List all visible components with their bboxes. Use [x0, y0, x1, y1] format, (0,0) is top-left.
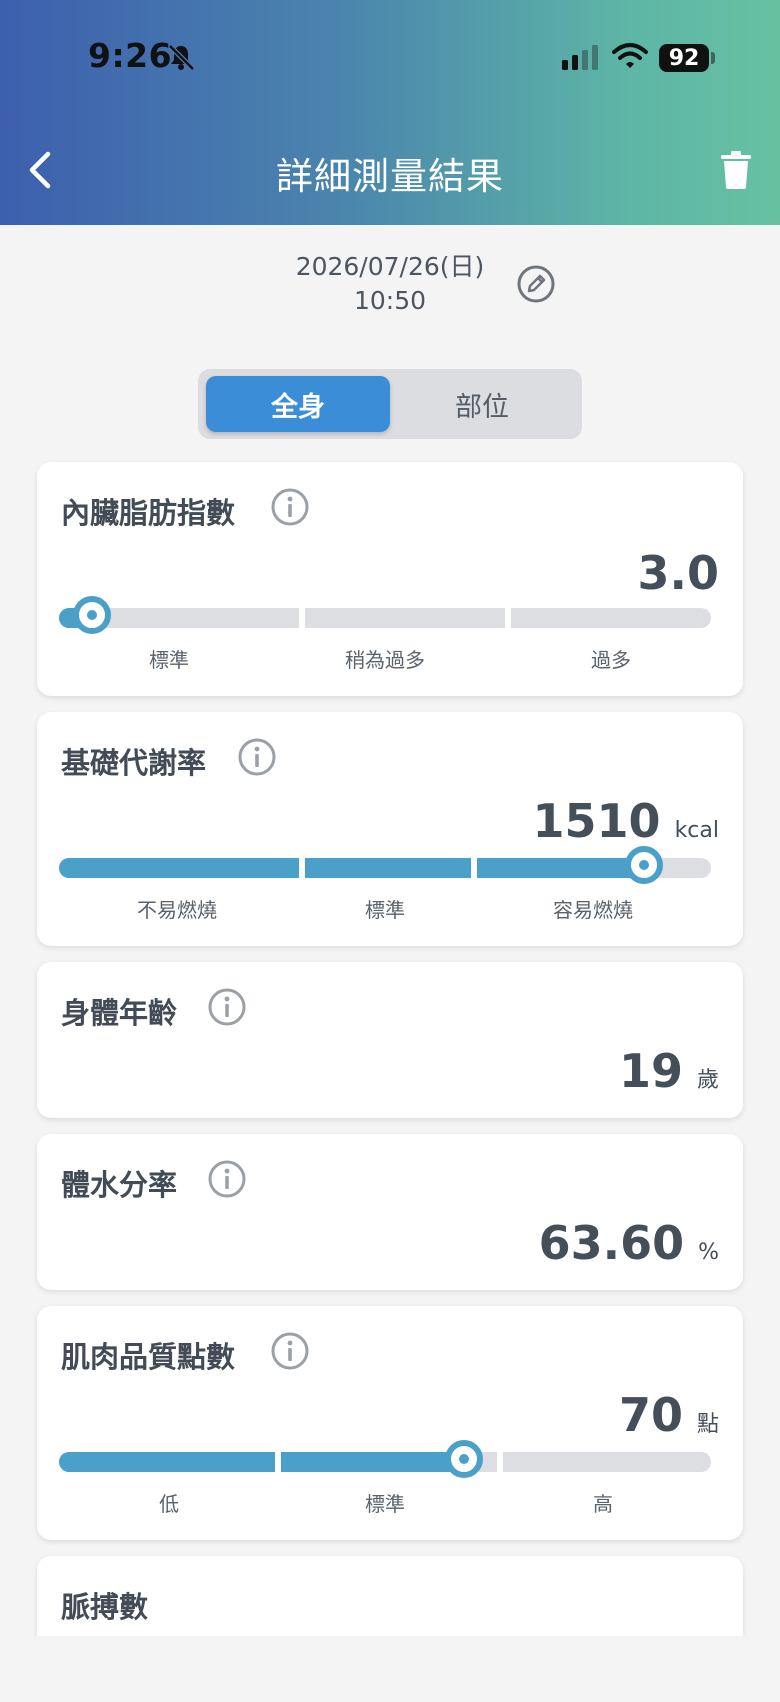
bar-fill [281, 1452, 465, 1472]
measurement-date: 2026/07/26(日) [295, 252, 485, 281]
info-icon[interactable] [237, 737, 277, 777]
visceral-fat-value: 3.0 [637, 546, 720, 600]
body-water-card[interactable]: 體水分率 63.60 % [37, 1134, 743, 1290]
muscle-quality-unit: 點 [696, 1412, 719, 1437]
measurement-datetime: 2026/07/26(日) 10:50 [270, 250, 510, 318]
basal-metabolic-rate-card[interactable]: 基礎代謝率 1510 kcal 不易燃燒 標準 容易燃燒 [37, 712, 743, 946]
card-title: 脈搏數 [61, 1590, 149, 1624]
battery-indicator: 92 [659, 44, 709, 72]
bar-fill [305, 858, 471, 878]
scale-label: 標準 [149, 648, 189, 672]
bar-fill [59, 1452, 275, 1472]
scale-label: 過多 [591, 648, 631, 672]
bmr-bar [59, 846, 711, 884]
bmr-unit: kcal [674, 818, 719, 843]
bar-fill [59, 858, 299, 878]
body-age-value: 19 [618, 1044, 683, 1098]
body-part-segmented-control: 全身 部位 [198, 369, 582, 439]
bar-segment [503, 1452, 711, 1472]
scale-label: 稍為過多 [345, 648, 425, 672]
value-row: 3.0 [638, 546, 720, 600]
scale-label: 標準 [365, 898, 405, 922]
trash-icon[interactable] [720, 150, 752, 190]
value-row: 19 歲 [619, 1044, 719, 1098]
card-title: 體水分率 [61, 1168, 178, 1202]
info-icon[interactable] [207, 987, 247, 1027]
info-icon[interactable] [207, 1159, 247, 1199]
bell-muted-icon [168, 44, 195, 71]
value-row: 70 點 [619, 1388, 719, 1442]
bar-fill [477, 858, 643, 878]
scale-label: 高 [593, 1492, 613, 1516]
status-time: 9:26 [88, 36, 173, 75]
card-title: 身體年齡 [61, 996, 178, 1030]
info-icon[interactable] [270, 1331, 310, 1371]
wifi-icon [612, 43, 648, 68]
body-age-card[interactable]: 身體年齡 19 歲 [37, 962, 743, 1118]
body-water-unit: % [698, 1240, 719, 1265]
tab-body-part[interactable]: 部位 [390, 376, 574, 432]
card-title: 肌肉品質點數 [61, 1340, 236, 1374]
body-water-value: 63.60 [538, 1216, 685, 1270]
body-age-unit: 歲 [696, 1068, 719, 1093]
signal-icon [562, 45, 598, 70]
tab-whole-body[interactable]: 全身 [206, 376, 390, 432]
bmr-value: 1510 [532, 794, 661, 848]
measurement-time: 10:50 [353, 286, 427, 315]
page-title: 詳細測量結果 [276, 155, 504, 198]
bar-segment [305, 608, 505, 628]
value-row: 63.60 % [539, 1216, 719, 1270]
muscle-quality-value: 70 [618, 1388, 683, 1442]
bar-thumb [73, 596, 111, 634]
bottom-area [0, 1636, 780, 1702]
visceral-fat-bar [59, 596, 711, 634]
bar-thumb [445, 1440, 483, 1478]
muscle-quality-card[interactable]: 肌肉品質點數 70 點 低 標準 高 [37, 1306, 743, 1540]
bar-thumb [625, 846, 663, 884]
visceral-fat-card[interactable]: 內臟脂肪指數 3.0 標準 稍為過多 過多 [37, 462, 743, 696]
edit-pencil-icon[interactable] [516, 264, 556, 304]
value-row: 1510 kcal [533, 794, 719, 848]
scale-label: 低 [159, 1492, 179, 1516]
battery-tip [711, 52, 715, 64]
info-icon[interactable] [270, 487, 310, 527]
scale-label: 標準 [365, 1492, 405, 1516]
bar-segment [511, 608, 711, 628]
card-title: 基礎代謝率 [61, 746, 207, 780]
scale-label: 容易燃燒 [553, 898, 633, 922]
scale-label: 不易燃燒 [137, 898, 217, 922]
muscle-quality-bar [59, 1440, 711, 1478]
card-title: 內臟脂肪指數 [61, 496, 236, 530]
app-header: 9:26 92 詳細測量結果 [0, 0, 780, 225]
